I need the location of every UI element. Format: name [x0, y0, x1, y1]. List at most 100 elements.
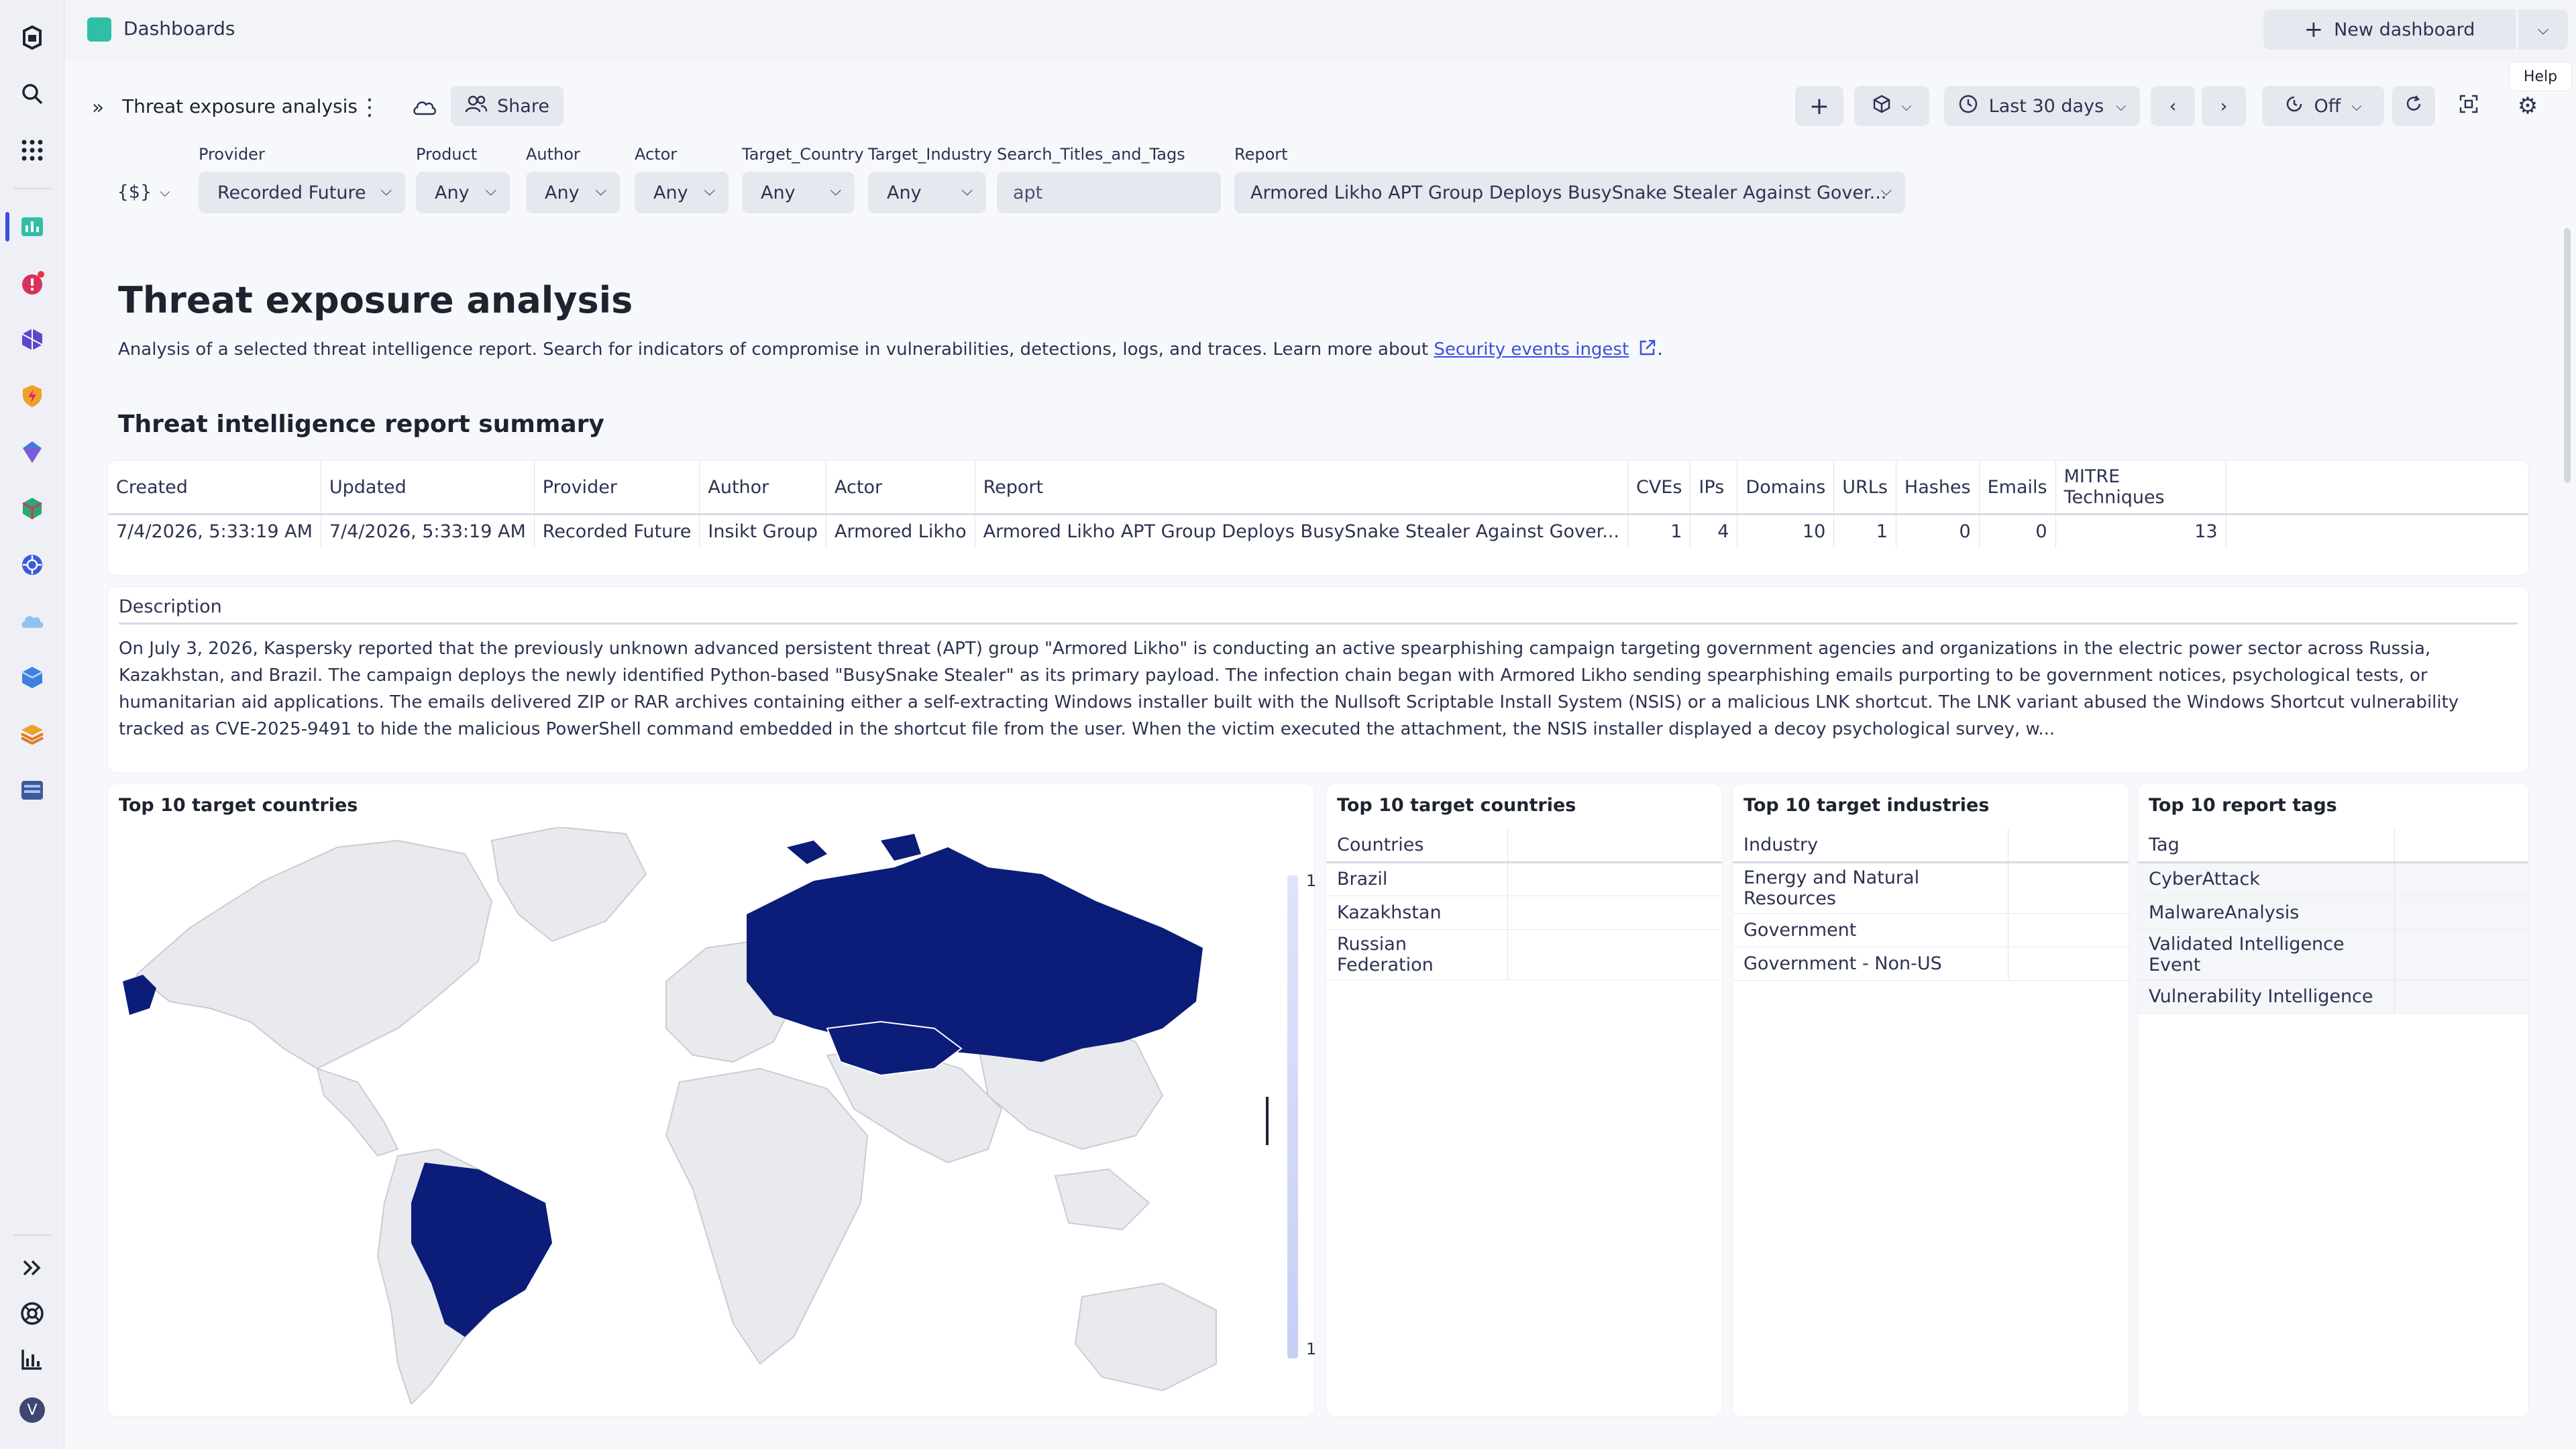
column-header[interactable]: Report [975, 461, 1628, 515]
column-header[interactable]: URLs [1833, 461, 1896, 515]
cell-updated: 7/4/2026, 5:33:19 AM [321, 514, 535, 548]
new-dashboard-button[interactable]: + New dashboard [2263, 9, 2516, 50]
list-item[interactable]: Energy and Natural Resources [1733, 862, 2129, 914]
analytics-chart-icon[interactable] [16, 1343, 48, 1375]
target-industry-select[interactable]: Any ⌵ [868, 172, 986, 213]
external-link-icon[interactable] [1638, 338, 1657, 362]
segments-button[interactable]: ⌵ [1854, 86, 1929, 126]
target-country-label: Target_Country [742, 145, 864, 164]
package-app-icon[interactable] [16, 492, 48, 525]
expand-sidebar-button[interactable]: » [78, 87, 118, 127]
cell-spacer [1507, 862, 1722, 896]
settings-button[interactable]: ⚙ [2506, 86, 2549, 126]
share-button[interactable]: Share [451, 86, 564, 126]
cloud-sync-icon[interactable] [405, 87, 443, 127]
add-tile-button[interactable]: + [1795, 86, 1843, 126]
next-timeframe-button[interactable]: › [2202, 86, 2246, 126]
industry-name: Government [1733, 913, 2008, 947]
refresh-button[interactable] [2392, 86, 2435, 126]
kubernetes-app-icon[interactable] [16, 549, 48, 581]
column-header[interactable]: Created [108, 461, 321, 515]
layers-app-icon[interactable] [16, 718, 48, 750]
tag-name: Validated Intelligence Event [2138, 929, 2394, 980]
list-item[interactable]: Kazakhstan [1326, 896, 1722, 930]
page-scrollbar[interactable] [2564, 228, 2571, 483]
column-header[interactable]: Domains [1737, 461, 1835, 515]
list-item[interactable]: CyberAttack [2138, 862, 2528, 896]
column-header-spacer [1507, 828, 1722, 863]
cube-app-icon[interactable] [16, 323, 48, 356]
list-item[interactable]: Government [1733, 913, 2129, 947]
support-lifebuoy-icon[interactable] [16, 1297, 48, 1330]
list-item[interactable]: Russian Federation [1326, 929, 1722, 980]
column-header[interactable]: CVEs [1627, 461, 1691, 515]
timeframe-selector[interactable]: Last 30 days ⌵ [1944, 86, 2140, 126]
summary-table-card: Created Updated Provider Author Actor Re… [107, 460, 2529, 576]
dashboards-logo-icon [87, 17, 111, 42]
column-header-spacer [2007, 828, 2129, 863]
list-item[interactable]: Vulnerability Intelligence [2138, 979, 2528, 1014]
column-header[interactable]: Author [699, 461, 827, 515]
problems-app-icon[interactable] [16, 267, 48, 299]
fullscreen-button[interactable] [2447, 86, 2490, 126]
industry-name: Government - Non-US [1733, 947, 2008, 981]
provider-label: Provider [199, 145, 265, 164]
box-app-icon[interactable] [16, 661, 48, 694]
world-map[interactable] [116, 827, 1243, 1404]
dashboards-app-icon[interactable] [16, 211, 48, 243]
map-legend-bar [1287, 875, 1298, 1358]
product-label: Product [416, 145, 478, 164]
search-icon[interactable] [16, 78, 48, 110]
new-dashboard-dropdown-button[interactable]: ⌵ [2518, 9, 2568, 50]
tags-table: Tag CyberAttack MalwareAnalysis Validate… [2138, 828, 2528, 1014]
column-header[interactable]: MITRE Techniques [2055, 461, 2226, 515]
shield-app-icon[interactable] [16, 380, 48, 412]
expand-chevrons-icon[interactable] [16, 1252, 48, 1284]
auto-refresh-selector[interactable]: Off ⌵ [2262, 86, 2384, 126]
column-header[interactable]: Industry [1733, 828, 2008, 863]
search-titles-input[interactable]: apt [997, 172, 1221, 213]
column-header-spacer [2226, 461, 2528, 515]
table-header-row: Countries [1326, 828, 1722, 863]
column-header[interactable]: Provider [534, 461, 700, 515]
cloud-app-icon[interactable] [16, 605, 48, 637]
report-select[interactable]: Armored Likho APT Group Deploys BusySnak… [1234, 172, 1905, 213]
apps-grid-icon[interactable] [16, 134, 48, 166]
author-select[interactable]: Any ⌵ [526, 172, 620, 213]
dynatrace-logo-icon[interactable] [16, 21, 48, 54]
variables-toggle[interactable]: {$} ⌵ [111, 172, 176, 212]
column-header[interactable]: Hashes [1896, 461, 1980, 515]
previous-timeframe-button[interactable]: ‹ [2151, 86, 2195, 126]
plus-icon: + [2304, 16, 2324, 43]
column-header[interactable]: Countries [1326, 828, 1507, 863]
column-header[interactable]: Emails [1979, 461, 2056, 515]
user-avatar[interactable]: V [16, 1394, 48, 1426]
help-tooltip: Help [2509, 62, 2572, 91]
list-item[interactable]: Brazil [1326, 862, 1722, 896]
left-rail: V [0, 0, 64, 1449]
countries-card-title: Top 10 target countries [1337, 795, 1576, 816]
more-options-icon[interactable]: ⋮ [353, 87, 386, 127]
provider-select[interactable]: Recorded Future ⌵ [199, 172, 405, 213]
chevron-down-icon: ⌵ [595, 182, 606, 199]
list-item[interactable]: MalwareAnalysis [2138, 896, 2528, 930]
product-select[interactable]: Any ⌵ [416, 172, 510, 213]
column-header[interactable]: Updated [321, 461, 535, 515]
actor-select[interactable]: Any ⌵ [635, 172, 729, 213]
column-header[interactable]: Actor [826, 461, 975, 515]
search-titles-label: Search_Titles_and_Tags [997, 145, 1185, 164]
column-header[interactable]: IPs [1690, 461, 1738, 515]
cell-hashes: 0 [1896, 514, 1980, 548]
chevron-down-icon: ⌵ [2116, 98, 2127, 114]
dashboard-name[interactable]: Threat exposure analysis [122, 95, 358, 117]
table-row[interactable]: 7/4/2026, 5:33:19 AM 7/4/2026, 5:33:19 A… [108, 514, 2528, 548]
database-app-icon[interactable] [16, 774, 48, 806]
list-item[interactable]: Government - Non-US [1733, 947, 2129, 981]
gem-app-icon[interactable] [16, 436, 48, 468]
cell-urls: 1 [1833, 514, 1896, 548]
target-country-select[interactable]: Any ⌵ [742, 172, 855, 213]
security-events-ingest-link[interactable]: Security events ingest [1434, 339, 1629, 360]
column-header[interactable]: Tag [2138, 828, 2394, 863]
cell-spacer [2007, 862, 2129, 914]
list-item[interactable]: Validated Intelligence Event [2138, 929, 2528, 980]
